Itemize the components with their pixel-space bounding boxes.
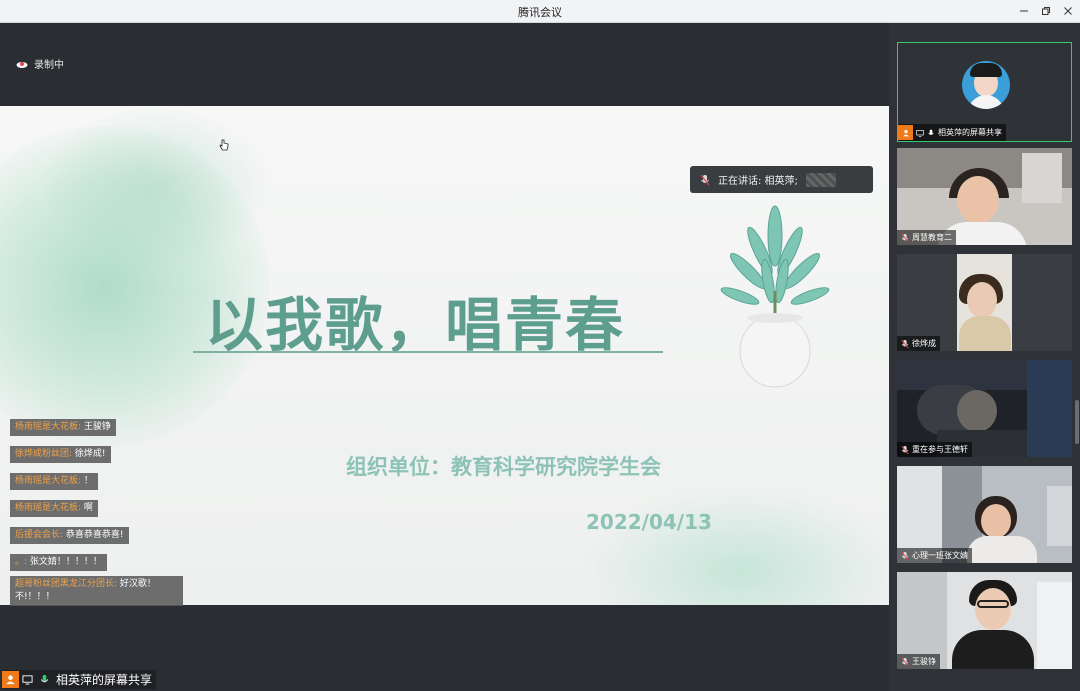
- chat-message: 杨雨瑶是大花板: ！: [10, 473, 98, 490]
- participant-tile[interactable]: 重在参与王德轩: [897, 360, 1072, 457]
- chat-message: 徐烨成粉丝团: 徐烨成!: [10, 446, 111, 463]
- mic-muted-icon: [901, 657, 909, 666]
- participant-label: 心理一班张文婧: [897, 548, 972, 563]
- participant-name: 徐烨成: [912, 339, 936, 348]
- mic-active-icon: [928, 129, 934, 135]
- chat-message: 杨雨瑶是大花板: 王骏铮: [10, 419, 116, 436]
- participant-label: 周慧教育二: [897, 230, 956, 245]
- presenter-name: 相英萍的屏幕共享: [56, 673, 153, 687]
- slide-organizer: 组织单位：教育科学研究院学生会: [346, 455, 661, 479]
- screen-share-icon: [19, 671, 36, 688]
- participant-name: 相英萍的屏幕共享: [938, 128, 1002, 137]
- chat-sender: 。:: [15, 557, 28, 567]
- chat-message: 杨雨瑶是大花板: 啊: [10, 500, 98, 517]
- participant-tile[interactable]: 徐烨成: [897, 254, 1072, 351]
- chat-sender: 后援会会长:: [15, 530, 64, 540]
- mic-muted-icon: [700, 174, 710, 185]
- close-button[interactable]: [1057, 2, 1079, 20]
- participant-label: 徐烨成: [897, 336, 940, 351]
- title-bar: 腾讯会议: [0, 0, 1080, 23]
- chat-text: 徐烨成!: [74, 449, 106, 459]
- participant-label: 重在参与王德轩: [897, 442, 972, 457]
- participant-label: 相英萍的屏幕共享: [898, 124, 1006, 141]
- slide-date: 2022/04/13: [586, 510, 712, 534]
- participant-name: 心理一班张文婧: [912, 551, 968, 560]
- maximize-button[interactable]: [1035, 2, 1057, 20]
- chat-sender: 杨雨瑶是大花板:: [15, 503, 82, 513]
- participant-tile[interactable]: 相英萍的屏幕共享: [897, 42, 1072, 142]
- speaking-label: 正在讲话: 相英萍;: [718, 176, 798, 187]
- chat-message: 超哥粉丝团黑龙江分团长: 好汉歌！不!！！！: [10, 576, 183, 606]
- host-icon: [898, 125, 913, 140]
- participant-tile[interactable]: 心理一班张文婧: [897, 466, 1072, 563]
- avatar: [962, 61, 1010, 109]
- chat-text: 恭喜恭喜恭喜!: [65, 530, 124, 540]
- chat-overlay: 杨雨瑶是大花板: 王骏铮 徐烨成粉丝团: 徐烨成! 杨雨瑶是大花板: ！ 杨雨瑶…: [10, 414, 190, 611]
- mic-muted-icon: [901, 233, 909, 242]
- participant-tile[interactable]: 周慧教育二: [897, 148, 1072, 245]
- title-underline: [193, 351, 663, 353]
- participant-tile[interactable]: 王骏铮: [897, 572, 1072, 669]
- host-icon: [2, 671, 19, 688]
- chat-message: 。: 张文婧！！！！！: [10, 554, 107, 571]
- chat-text: 张文婧！！！！！: [29, 557, 102, 567]
- succulent-plant-icon: [720, 205, 830, 388]
- sidebar-scrollbar[interactable]: [1075, 400, 1079, 444]
- close-icon: [1064, 7, 1072, 15]
- cloud-record-icon: [16, 61, 28, 68]
- mic-muted-icon: [901, 445, 909, 454]
- hand-cursor-icon: [219, 139, 229, 151]
- mic-active-icon: [36, 671, 53, 688]
- recording-indicator[interactable]: 录制中: [16, 56, 64, 71]
- minimize-button[interactable]: [1013, 2, 1035, 20]
- chat-text: 王骏铮: [83, 422, 111, 432]
- mic-muted-icon: [901, 339, 909, 348]
- recording-label: 录制中: [34, 60, 64, 71]
- mic-muted-icon: [901, 551, 909, 560]
- chat-text: ！: [83, 476, 93, 486]
- chat-sender: 杨雨瑶是大花板:: [15, 422, 82, 432]
- window-title: 腾讯会议: [518, 6, 562, 19]
- slide-title: 以我歌，唱青春: [205, 291, 626, 359]
- presenter-tag: 相英萍的屏幕共享: [2, 670, 157, 689]
- chat-sender: 徐烨成粉丝团:: [15, 449, 73, 459]
- minimize-icon: [1020, 10, 1028, 12]
- watercolor-wash: [40, 106, 270, 266]
- screen-share-icon: [916, 129, 924, 137]
- speaking-indicator: 正在讲话: 相英萍;: [690, 166, 873, 193]
- participant-label: 王骏铮: [897, 654, 940, 669]
- chat-sender: 杨雨瑶是大花板:: [15, 476, 82, 486]
- chat-sender: 超哥粉丝团黑龙江分团长:: [15, 579, 118, 589]
- participant-name: 周慧教育二: [912, 233, 952, 242]
- chat-text: 啊: [83, 503, 93, 513]
- watercolor-wash: [580, 486, 889, 605]
- speaker-avatar-blurred: [805, 172, 836, 187]
- restore-icon: [1042, 7, 1050, 15]
- participant-name: 重在参与王德轩: [912, 445, 968, 454]
- chat-message: 后援会会长: 恭喜恭喜恭喜!: [10, 527, 129, 544]
- participant-name: 王骏铮: [912, 657, 936, 666]
